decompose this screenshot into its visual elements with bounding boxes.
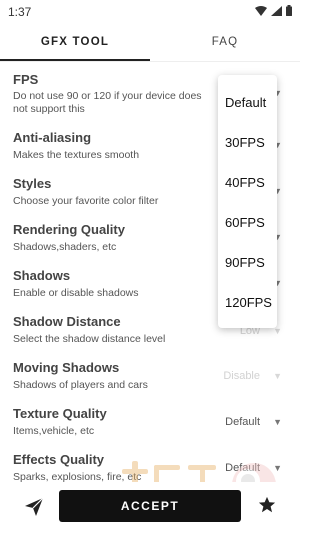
battery-icon [286, 5, 292, 16]
setting-description: not support this [13, 103, 85, 115]
bottom-bar: ACCEPT [0, 482, 300, 533]
setting-description: Makes the textures smooth [13, 149, 140, 161]
status-icons [255, 5, 292, 16]
setting-title: Rendering Quality [13, 222, 125, 237]
dropdown-option-60fps[interactable]: 60FPS [225, 215, 265, 230]
setting-value: Default [225, 416, 260, 428]
setting-description: Items,vehicle, etc [13, 425, 95, 437]
dropdown-option-40fps[interactable]: 40FPS [225, 175, 265, 190]
setting-title: FPS [13, 72, 39, 87]
setting-title: Shadows [13, 268, 71, 283]
setting-title: Moving Shadows [13, 360, 120, 375]
setting-description: Enable or disable shadows [13, 287, 139, 299]
setting-title: Styles [13, 176, 52, 191]
tab-faq[interactable]: FAQ [150, 28, 300, 60]
setting-description: Select the shadow distance level [13, 333, 166, 345]
setting-description: Do not use 90 or 120 if your device does [13, 90, 202, 102]
status-bar: 1:37 [0, 0, 300, 24]
setting-description: Choose your favorite color filter [13, 195, 159, 207]
triangle-down-icon: ▼ [273, 417, 282, 427]
dropdown-option-default[interactable]: Default [225, 95, 266, 110]
setting-description: Shadows,shaders, etc [13, 241, 117, 253]
tab-gfx-tool[interactable]: GFX TOOL [0, 28, 150, 60]
setting-title: Anti-aliasing [13, 130, 92, 145]
setting-description: Shadows of players and cars [13, 379, 148, 391]
status-time: 1:37 [8, 5, 32, 19]
setting-title: Shadow Distance [13, 314, 121, 329]
dropdown-option-120fps[interactable]: 120FPS [225, 295, 272, 310]
setting-title: Effects Quality [13, 452, 105, 467]
star-icon[interactable] [258, 496, 276, 514]
fps-dropdown-menu: Default 30FPS 40FPS 60FPS 90FPS 120FPS [218, 75, 277, 328]
accept-button[interactable]: ACCEPT [59, 490, 241, 522]
signal-icon [271, 5, 282, 16]
setting-texture-quality[interactable]: Texture Quality Items,vehicle, etc Defau… [0, 404, 300, 444]
wifi-icon [255, 5, 267, 16]
send-icon[interactable] [24, 497, 44, 517]
setting-value: Disable [223, 370, 260, 382]
setting-title: Texture Quality [13, 406, 107, 421]
setting-moving-shadows[interactable]: Moving Shadows Shadows of players and ca… [0, 358, 300, 398]
dropdown-option-90fps[interactable]: 90FPS [225, 255, 265, 270]
tab-bar: GFX TOOL FAQ [0, 28, 300, 60]
triangle-down-icon: ▼ [273, 371, 282, 381]
dropdown-option-30fps[interactable]: 30FPS [225, 135, 265, 150]
